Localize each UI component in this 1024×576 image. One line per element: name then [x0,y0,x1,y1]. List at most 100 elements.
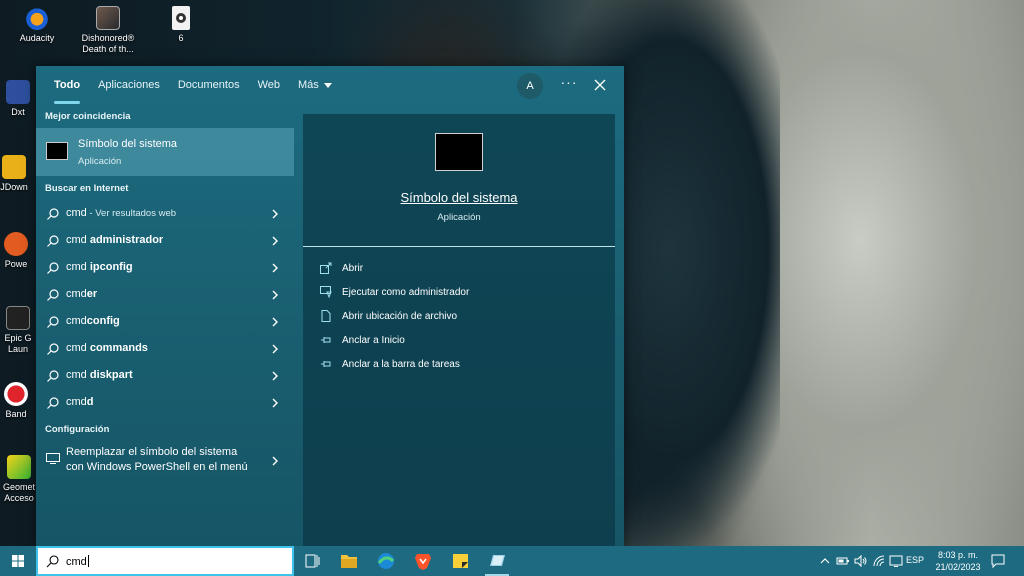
chevron-right-icon [272,236,278,246]
open-icon [320,262,332,274]
command-prompt-icon [435,133,483,171]
best-match-result[interactable]: Símbolo del sistema Aplicación [36,128,294,176]
edge-button[interactable] [368,546,404,576]
clock[interactable]: 8:03 p. m. 21/02/2023 [930,549,986,573]
preview-subtitle: Aplicación [437,212,481,223]
search-icon [47,343,59,355]
volume-icon[interactable] [854,554,868,568]
account-avatar[interactable]: A [517,73,543,99]
brave-button[interactable] [405,546,441,576]
command-prompt-taskbar-button[interactable] [479,546,515,576]
chevron-right-icon [272,317,278,327]
task-view-icon [305,554,320,568]
search-icon [46,555,59,568]
audacity-icon [25,6,49,30]
chevron-down-icon [323,82,332,88]
tab-mas[interactable]: Más [289,66,341,104]
language-indicator[interactable]: ESP [906,555,924,565]
tab-aplicaciones[interactable]: Aplicaciones [89,66,169,104]
best-match-heading: Mejor coincidencia [45,111,131,122]
search-panel: Todo Aplicaciones Documentos Web Más A ·… [36,66,624,546]
settings-result[interactable]: Reemplazar el símbolo del sistema con Wi… [36,441,294,481]
more-options-button[interactable]: ··· [556,74,582,96]
bandicam-icon [4,382,28,406]
pin-icon [321,361,331,367]
file-location-icon [321,310,331,322]
geometry-dash-icon [7,455,31,479]
shortcut-icon [6,80,30,104]
battery-icon[interactable] [836,554,850,568]
command-prompt-icon [46,142,68,160]
chevron-right-icon [272,398,278,408]
task-view-button[interactable] [294,546,330,576]
desktop-icon-audacity[interactable]: Audacity [2,6,72,44]
windows-icon [12,555,24,567]
action-abrir[interactable]: Abrir [320,260,600,280]
jdownloader-icon [2,155,26,179]
media-file-icon [172,6,190,30]
clock-time: 8:03 p. m. [937,550,979,560]
shortcut-icon [4,232,28,256]
preview-pane: Símbolo del sistema Aplicación Abrir Eje… [303,114,615,546]
wifi-icon[interactable] [872,554,886,568]
folder-icon [341,555,357,568]
divider [303,246,615,247]
network-icon[interactable] [889,554,903,568]
web-result-row[interactable]: cmdd [36,390,294,416]
chevron-right-icon [272,290,278,300]
notification-icon[interactable] [990,553,1006,569]
desktop-icon-dishonored[interactable]: Dishonored® Death of th... [73,6,143,55]
close-button[interactable] [589,74,611,96]
search-icon [47,208,59,220]
results-list: Mejor coincidencia Símbolo del sistema A… [36,104,294,546]
search-icon [47,316,59,328]
search-icon [47,370,59,382]
search-input[interactable]: cmd [36,546,294,576]
search-icon [47,235,59,247]
web-result-row[interactable]: cmd - Ver resultados web [36,201,294,227]
start-button[interactable] [0,546,36,576]
search-query: cmd [66,556,87,568]
sticky-notes-button[interactable] [442,546,478,576]
best-match-title: Símbolo del sistema [78,138,178,150]
sticky-notes-icon [453,554,468,568]
chevron-right-icon [272,344,278,354]
action-pin-start[interactable]: Anclar a Inicio [320,332,600,352]
tab-todo[interactable]: Todo [45,66,89,104]
action-file-location[interactable]: Abrir ubicación de archivo [320,308,600,328]
search-icon [47,397,59,409]
file-explorer-button[interactable] [331,546,367,576]
monitor-icon [46,453,60,464]
clock-date: 21/02/2023 [935,562,981,572]
chevron-right-icon [272,263,278,273]
web-search-heading: Buscar en Internet [45,183,129,194]
chevron-up-icon[interactable] [818,554,832,568]
web-result-row[interactable]: cmder [36,282,294,308]
action-pin-taskbar[interactable]: Anclar a la barra de tareas [320,356,600,376]
chevron-right-icon [272,456,278,466]
action-run-as-admin[interactable]: Ejecutar como administrador [320,284,600,304]
close-icon [594,79,606,91]
search-icon [47,262,59,274]
desktop-icon-6[interactable]: 6 [146,6,216,44]
web-result-row[interactable]: cmd ipconfig [36,255,294,281]
best-match-subtitle: Aplicación [78,156,122,167]
web-result-row[interactable]: cmdconfig [36,309,294,335]
web-result-row[interactable]: cmd diskpart [36,363,294,389]
brave-icon [415,554,431,570]
dishonored-icon [96,6,120,30]
tab-web[interactable]: Web [249,66,289,104]
web-result-row[interactable]: cmd administrador [36,228,294,254]
command-prompt-icon [490,555,505,566]
run-as-admin-icon [320,286,332,298]
pin-icon [321,337,331,343]
chevron-right-icon [272,371,278,381]
settings-heading: Configuración [45,424,110,435]
edge-icon [377,553,395,569]
web-result-row[interactable]: cmd commands [36,336,294,362]
chevron-right-icon [272,209,278,219]
taskbar: cmd ESP 8:03 p. m. 21/02/2023 [0,546,1024,576]
tab-documentos[interactable]: Documentos [169,66,249,104]
preview-title[interactable]: Símbolo del sistema [303,190,615,205]
search-icon [47,289,59,301]
